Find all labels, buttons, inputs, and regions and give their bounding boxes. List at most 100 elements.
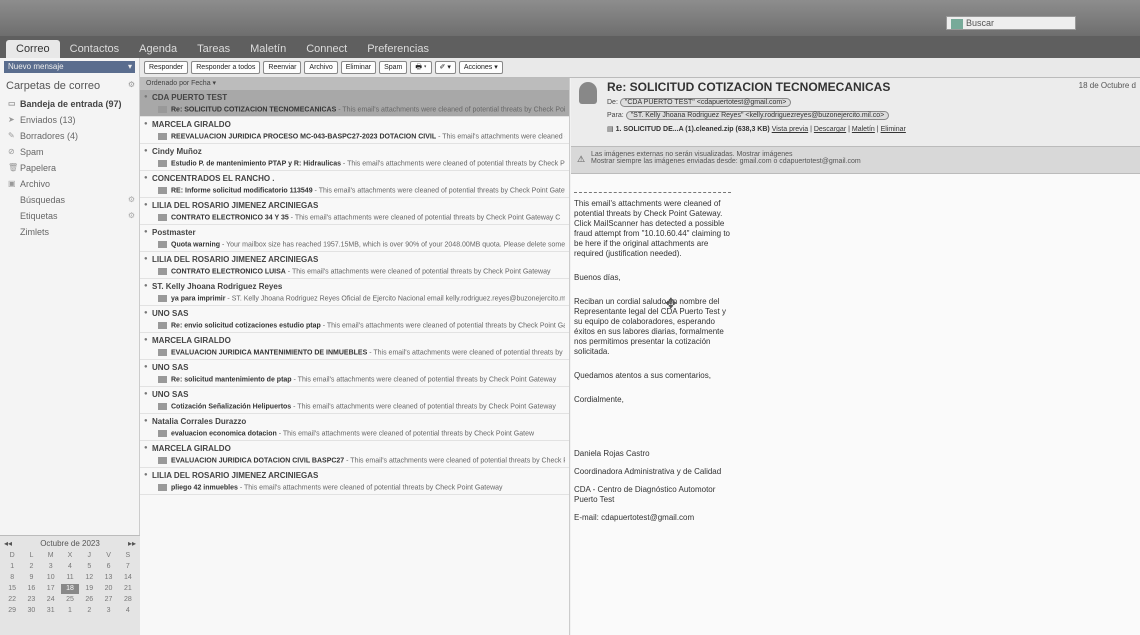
tab-preferencias[interactable]: Preferencias [357, 40, 439, 58]
archive-button[interactable]: Archivo [304, 61, 338, 74]
folder-sent[interactable]: ➤ Enviados (13) [0, 112, 139, 128]
search-input[interactable]: Buscar [946, 16, 1076, 30]
briefcase-link[interactable]: Maletín [852, 126, 875, 133]
list-item[interactable]: ST. Kelly Jhoana Rodriguez Reyes ya para … [140, 279, 569, 306]
tab-maletin[interactable]: Maletín [240, 40, 296, 58]
calendar-day[interactable]: 26 [80, 595, 98, 605]
delete-attachment-link[interactable]: Eliminar [881, 126, 906, 133]
reply-button[interactable]: Responder [144, 61, 189, 74]
calendar-day[interactable]: 16 [22, 584, 40, 594]
spam-button[interactable]: Spam [379, 61, 408, 74]
actions-button[interactable]: Acciones ▾ [458, 61, 503, 74]
folder-inbox[interactable]: ▭ Bandeja de entrada (97) [0, 96, 139, 112]
attachment-name[interactable]: 1. SOLICITUD DE...A (1).cleaned.zip (638… [616, 126, 770, 133]
calendar-day[interactable]: 28 [119, 595, 137, 605]
envelope-icon [158, 322, 167, 329]
list-item[interactable]: Natalia Corrales Durazzo evaluacion econo… [140, 414, 569, 441]
section-searches[interactable]: Búsquedas ⚙ [0, 192, 139, 208]
warning-text[interactable]: Las imágenes externas no serán visualiza… [591, 151, 1134, 158]
tag-icon[interactable]: ✐ ▾ [434, 61, 456, 74]
list-item[interactable]: MARCELA GIRALDO EVALUACION JURIDICA MANTE… [140, 333, 569, 360]
list-item[interactable]: LILIA DEL ROSARIO JIMENEZ ARCINIEGAS plie… [140, 468, 569, 495]
message-sender: MARCELA GIRALDO [144, 444, 565, 453]
folder-drafts[interactable]: ✎ Borradores (4) [0, 128, 139, 144]
calendar-day[interactable]: 24 [42, 595, 60, 605]
message-sender: Postmaster [144, 228, 565, 237]
calendar-day[interactable]: 4 [61, 562, 79, 572]
calendar-day[interactable]: 11 [61, 573, 79, 583]
calendar-day[interactable]: 20 [99, 584, 117, 594]
calendar-day[interactable]: 19 [80, 584, 98, 594]
calendar-day[interactable]: 30 [22, 606, 40, 616]
calendar-day[interactable]: 1 [3, 562, 21, 572]
list-item[interactable]: CONCENTRADOS EL RANCHO . RE: Informe soli… [140, 171, 569, 198]
folder-spam[interactable]: ⊘ Spam [0, 144, 139, 160]
download-link[interactable]: Descargar [814, 126, 846, 133]
tab-tareas[interactable]: Tareas [187, 40, 240, 58]
calendar-day[interactable]: 14 [119, 573, 137, 583]
calendar-day[interactable]: 4 [119, 606, 137, 616]
list-item[interactable]: UNO SAS Cotización Señalización Helipuert… [140, 387, 569, 414]
calendar-day[interactable]: 3 [42, 562, 60, 572]
calendar-day[interactable]: 23 [22, 595, 40, 605]
delete-button[interactable]: Eliminar [340, 61, 377, 74]
from-address[interactable]: "CDA PUERTO TEST" <cdapuertotest@gmail.c… [619, 98, 792, 107]
list-item[interactable]: Postmaster Quota warning - Your mailbox s… [140, 225, 569, 252]
to-address[interactable]: "ST. Kelly Jhoana Rodriguez Reyes" <kell… [625, 111, 890, 120]
list-item[interactable]: MARCELA GIRALDO EVALUACIÓN JURÍDICA DOTAC… [140, 441, 569, 468]
warning-text-2[interactable]: Mostrar siempre las imágenes enviadas de… [591, 158, 1134, 165]
folders-header[interactable]: Carpetas de correo ⚙ [0, 76, 139, 96]
calendar-day[interactable]: 22 [3, 595, 21, 605]
print-icon[interactable]: 🖶 ▾ [410, 61, 432, 74]
calendar-day[interactable]: 29 [3, 606, 21, 616]
envelope-icon [158, 295, 167, 302]
calendar-day[interactable]: 21 [119, 584, 137, 594]
calendar-day[interactable]: 17 [42, 584, 60, 594]
sort-header[interactable]: Ordenado por Fecha ▾ [140, 78, 569, 90]
reply-all-button[interactable]: Responder a todos [191, 61, 261, 74]
message-list: Ordenado por Fecha ▾ CDA PUERTO TEST Re: … [140, 78, 570, 635]
calendar-day[interactable]: 5 [80, 562, 98, 572]
list-item[interactable]: Cindy Muñoz Estudio P. de mantenimiento P… [140, 144, 569, 171]
calendar-day[interactable]: 31 [42, 606, 60, 616]
calendar-day[interactable]: 10 [42, 573, 60, 583]
prev-month-icon[interactable]: ◂◂ [4, 539, 12, 548]
tab-connect[interactable]: Connect [296, 40, 357, 58]
message-subject: Re: SOLICITUD COTIZACION TECNOMECANICAS [607, 80, 891, 94]
new-message-button[interactable]: Nuevo mensaje [4, 61, 135, 73]
list-item[interactable]: UNO SAS Re: solicitud mantenimiento de pt… [140, 360, 569, 387]
calendar-day[interactable]: 12 [80, 573, 98, 583]
list-item[interactable]: UNO SAS Re: envio solicitud cotizaciones … [140, 306, 569, 333]
tab-correo[interactable]: Correo [6, 40, 60, 58]
forward-button[interactable]: Reenviar [263, 61, 302, 74]
calendar-day[interactable]: 8 [3, 573, 21, 583]
list-item[interactable]: LILIA DEL ROSARIO JIMENEZ ARCINIEGAS CONT… [140, 198, 569, 225]
folder-trash[interactable]: 🗑 Papelera [0, 160, 139, 176]
calendar-day[interactable]: 6 [99, 562, 117, 572]
calendar-day[interactable]: 18 [60, 584, 80, 594]
calendar-day[interactable]: 2 [22, 562, 40, 572]
next-month-icon[interactable]: ▸▸ [128, 539, 136, 548]
tab-contactos[interactable]: Contactos [60, 40, 130, 58]
calendar-day[interactable]: 15 [3, 584, 21, 594]
gear-icon[interactable]: ⚙ [128, 211, 135, 220]
calendar-day[interactable]: 27 [99, 595, 117, 605]
calendar-day[interactable]: 13 [99, 573, 117, 583]
section-zimlets[interactable]: Zimlets [0, 224, 139, 240]
calendar-day[interactable]: 2 [80, 606, 98, 616]
calendar-day[interactable]: 1 [61, 606, 79, 616]
tab-agenda[interactable]: Agenda [129, 40, 187, 58]
calendar-day[interactable]: 25 [61, 595, 79, 605]
list-item[interactable]: CDA PUERTO TEST Re: SOLICITUD COTIZACION … [140, 90, 569, 117]
calendar-day[interactable]: 9 [22, 573, 40, 583]
gear-icon[interactable]: ⚙ [128, 195, 135, 204]
preview-link[interactable]: Vista previa [772, 126, 808, 133]
calendar-day[interactable]: 7 [119, 562, 137, 572]
gear-icon[interactable]: ⚙ [128, 80, 135, 89]
list-item[interactable]: MARCELA GIRALDO REEVALUACION JURIDICA PRO… [140, 117, 569, 144]
list-item[interactable]: LILIA DEL ROSARIO JIMENEZ ARCINIEGAS CONT… [140, 252, 569, 279]
section-tags[interactable]: Etiquetas ⚙ [0, 208, 139, 224]
folder-archive[interactable]: ▣ Archivo [0, 176, 139, 192]
search-menu-icon[interactable] [951, 18, 963, 29]
calendar-day[interactable]: 3 [99, 606, 117, 616]
